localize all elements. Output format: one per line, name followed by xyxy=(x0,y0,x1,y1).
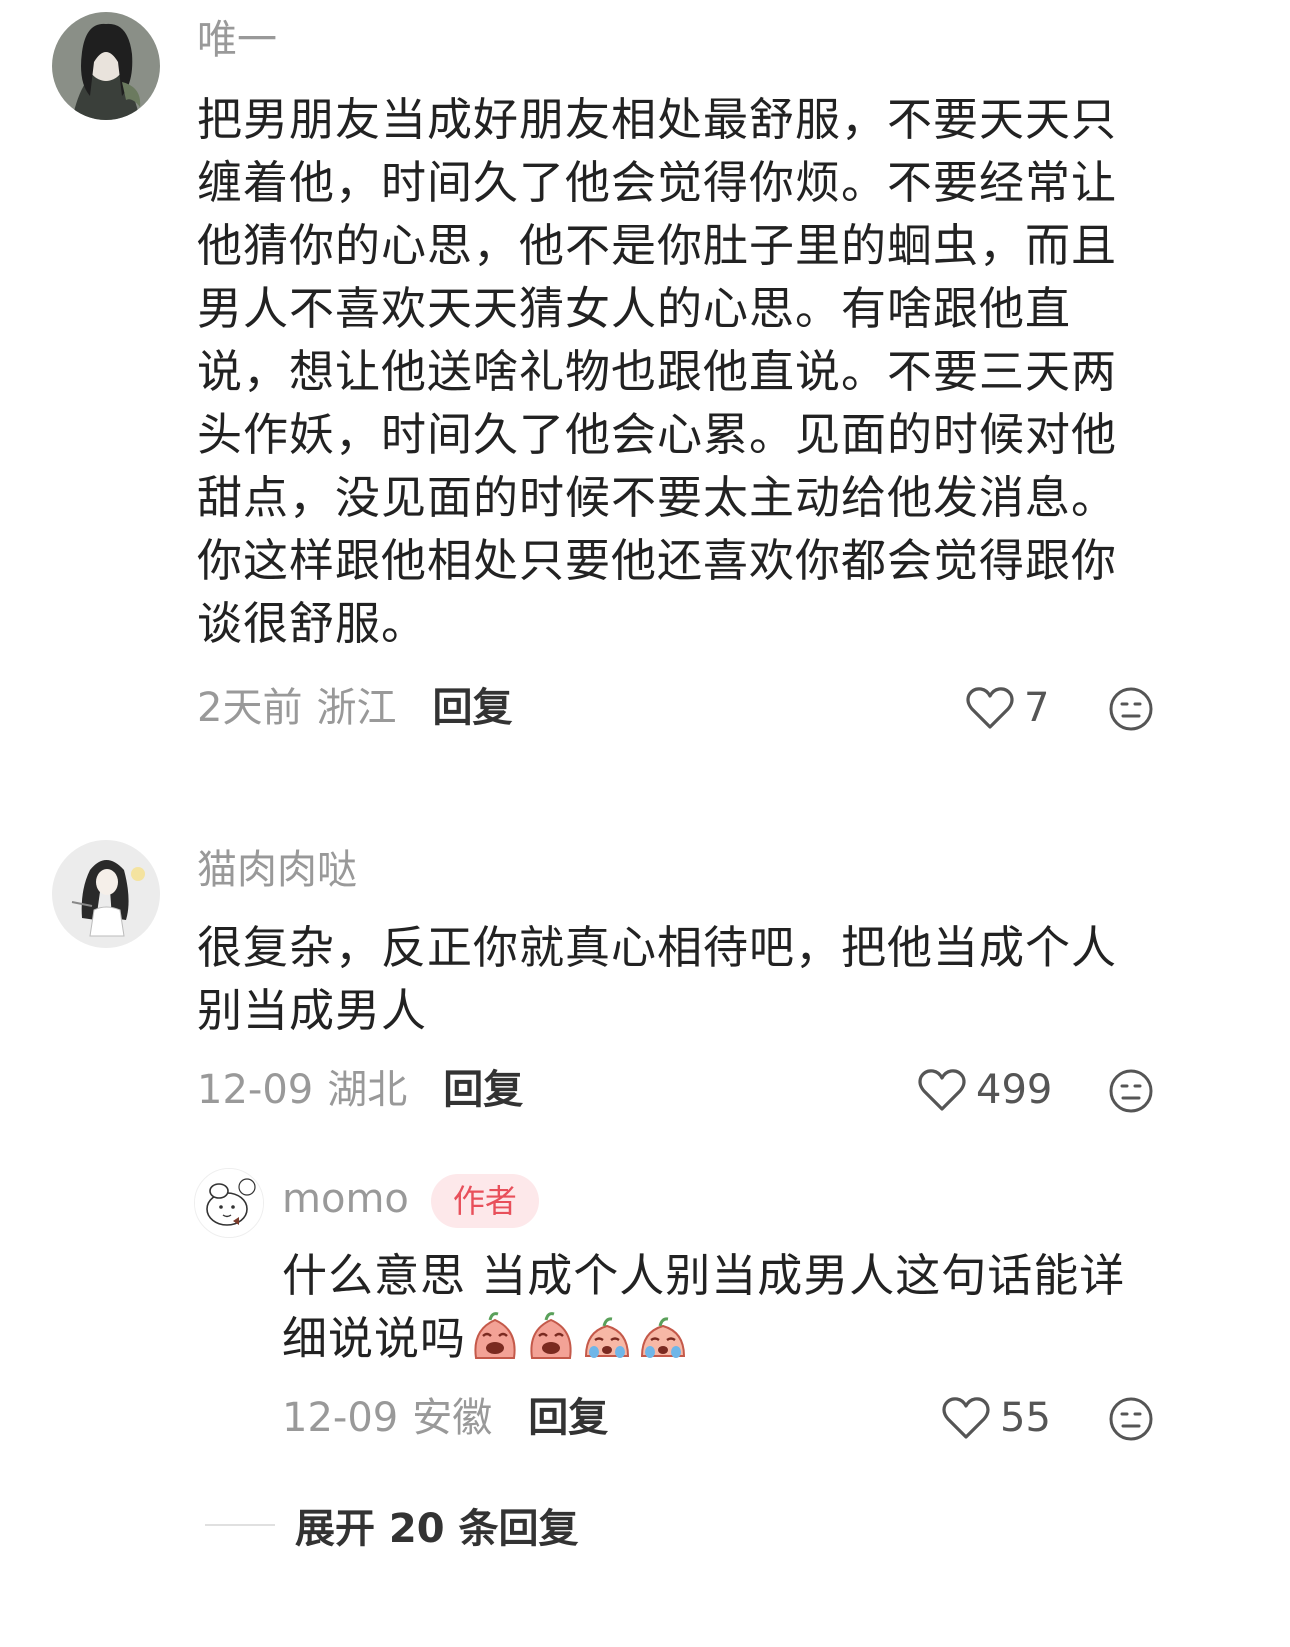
comment-line: 谈很舒服。 xyxy=(197,597,428,650)
reply-button[interactable]: 回复 xyxy=(432,684,512,732)
comment-line: 你这样跟他相处只要他还喜欢你都会觉得跟你 xyxy=(197,534,1118,587)
comment-location: 浙江 xyxy=(316,685,397,731)
author-badge: 作者 xyxy=(430,1174,539,1228)
comment-line: 把男朋友当成好朋友相处最舒服，不要天天只 xyxy=(197,93,1118,146)
crying-emoji-icon xyxy=(530,1312,572,1359)
heart-icon xyxy=(918,1069,966,1111)
like-button[interactable]: 55 xyxy=(940,1394,1051,1442)
expand-replies-button[interactable]: 展开 20 条回复 xyxy=(205,1496,579,1554)
like-button[interactable]: 7 xyxy=(964,684,1049,732)
comment-location: 湖北 xyxy=(327,1067,408,1113)
comment-line: 很复杂，反正你就真心相待吧，把他当成个人 xyxy=(197,921,1118,974)
comment-meta: 12-09 湖北 回复 xyxy=(197,1066,523,1114)
avatar[interactable] xyxy=(194,1168,264,1238)
comment-time: 12-09 xyxy=(197,1067,314,1113)
reply-button[interactable]: 回复 xyxy=(528,1394,608,1442)
like-button[interactable]: 499 xyxy=(916,1066,1052,1114)
reply-meta: 12-09 安徽 回复 xyxy=(282,1394,608,1442)
reply-time: 12-09 xyxy=(282,1395,399,1441)
username: momo 作者 xyxy=(282,1170,539,1228)
dislike-face-icon[interactable] xyxy=(1108,1068,1154,1114)
reply-username[interactable]: momo xyxy=(282,1176,409,1222)
like-count: 7 xyxy=(1024,685,1050,731)
comment-text: 把男朋友当成好朋友相处最舒服，不要天天只 缠着他，时间久了他会觉得你烦。不要经常… xyxy=(197,88,1117,655)
reply-button[interactable]: 回复 xyxy=(443,1066,523,1114)
dislike-face-icon[interactable] xyxy=(1108,686,1154,732)
heart-icon xyxy=(966,687,1014,729)
like-count: 499 xyxy=(976,1067,1053,1113)
reply-text: 什么意思 当成个人别当成男人这句话能详 细说说吗 xyxy=(282,1244,1125,1370)
like-count: 55 xyxy=(1000,1395,1051,1441)
reply-line-text: 细说说吗 xyxy=(282,1312,467,1365)
reply-location: 安徽 xyxy=(412,1395,493,1441)
heart-icon xyxy=(942,1397,990,1439)
comment-line: 他猜你的心思，他不是你肚子里的蛔虫，而且 xyxy=(197,219,1118,272)
sobbing-emoji-icon xyxy=(641,1317,686,1358)
comment-line: 头作妖，时间久了他会心累。见面的时候对他 xyxy=(197,408,1118,461)
reply-line: 细说说吗 xyxy=(282,1307,1125,1370)
avatar[interactable] xyxy=(52,12,160,120)
sobbing-emoji-icon xyxy=(585,1317,630,1358)
comment-meta: 2天前 浙江 回复 xyxy=(197,684,512,732)
comment-line: 缠着他，时间久了他会觉得你烦。不要经常让 xyxy=(197,156,1118,209)
comment-time: 2天前 xyxy=(197,685,303,731)
username[interactable]: 猫肉肉哒 xyxy=(197,846,357,894)
dislike-face-icon[interactable] xyxy=(1108,1396,1154,1442)
username[interactable]: 唯一 xyxy=(197,16,277,64)
reply-line: 什么意思 当成个人别当成男人这句话能详 xyxy=(282,1249,1126,1302)
comment-line: 甜点，没见面的时候不要太主动给他发消息。 xyxy=(197,471,1118,524)
comment-line: 别当成男人 xyxy=(197,984,428,1037)
comment-line: 男人不喜欢天天猜女人的心思。有啥跟他直 xyxy=(197,282,1072,335)
crying-emoji-icon xyxy=(474,1312,516,1359)
comment-line: 说，想让他送啥礼物也跟他直说。不要三天两 xyxy=(197,345,1118,398)
expand-replies-label: 展开 20 条回复 xyxy=(295,1506,579,1552)
comment-text: 很复杂，反正你就真心相待吧，把他当成个人 别当成男人 xyxy=(197,916,1117,1042)
divider xyxy=(205,1524,275,1526)
avatar[interactable] xyxy=(52,840,160,948)
